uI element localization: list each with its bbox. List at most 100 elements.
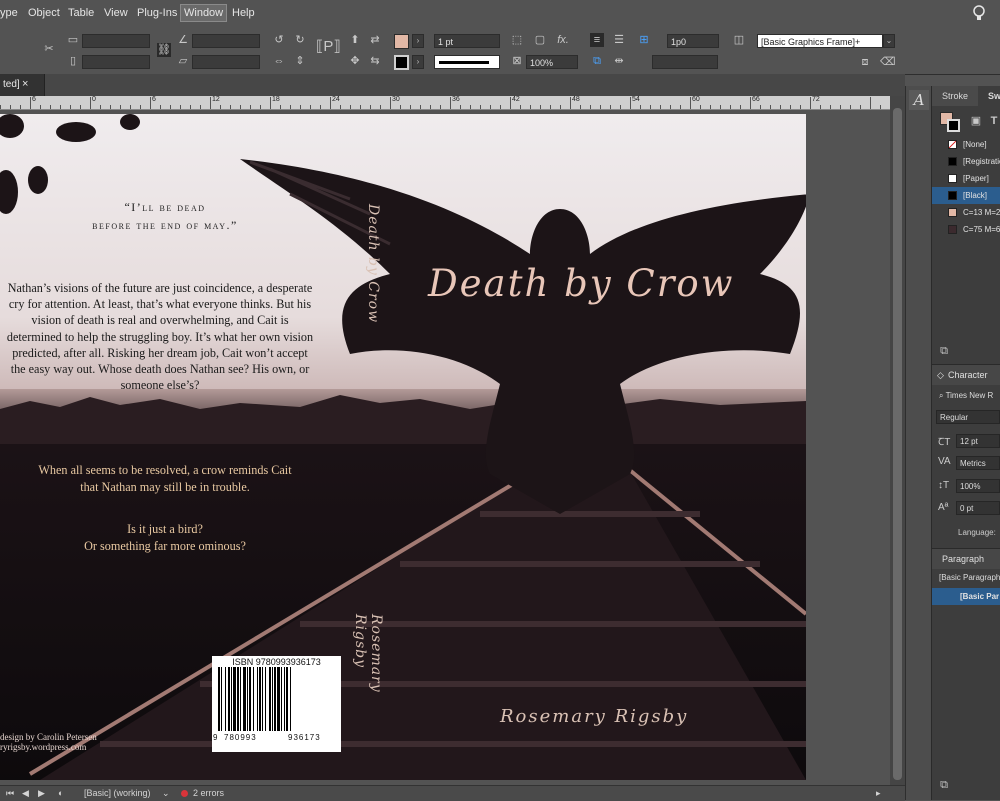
- width-field[interactable]: [82, 34, 150, 48]
- document-tab[interactable]: ted] ×: [0, 74, 45, 96]
- barcode-bar: [277, 667, 280, 731]
- menu-window[interactable]: Window: [179, 4, 228, 22]
- menu-type[interactable]: ype: [0, 7, 18, 19]
- font-style-field[interactable]: Regular: [936, 410, 1000, 424]
- ruler-tick: [110, 105, 111, 109]
- rotation-field[interactable]: [192, 34, 260, 48]
- swatch-row-black[interactable]: [Black]: [932, 187, 1000, 204]
- shear-field[interactable]: [192, 55, 260, 69]
- frame-icon[interactable]: ▢: [533, 33, 547, 47]
- right-panels: Stroke Sw ▣ T [None] [Registratio [Paper…: [931, 86, 1000, 800]
- ruler-tick: [530, 105, 531, 109]
- ruler-tick: [50, 105, 51, 109]
- barcode-bar: [262, 667, 263, 731]
- vertical-scrollbar[interactable]: [890, 96, 905, 785]
- align-icon[interactable]: ⊞: [637, 33, 651, 47]
- ruler-tick: [100, 105, 101, 109]
- ruler-label: 6: [32, 96, 36, 103]
- fill-color-swatch[interactable]: [394, 34, 409, 49]
- chain-link-icon[interactable]: ⛓: [157, 43, 171, 57]
- container-icon[interactable]: ▣: [969, 114, 983, 128]
- opacity-field[interactable]: 100%: [526, 55, 578, 69]
- rotate-cw-icon[interactable]: ↻: [293, 33, 307, 47]
- swatch-options-icon[interactable]: ⧉: [937, 344, 951, 358]
- quick-apply-icon[interactable]: ⧈: [858, 55, 872, 69]
- swatch-row-dark[interactable]: C=75 M=6: [932, 221, 1000, 238]
- book-cover-spread[interactable]: “I’ll be dead before the end of may.” Na…: [0, 114, 806, 780]
- menu-help[interactable]: Help: [232, 7, 255, 19]
- panel-stroke-swatch[interactable]: [947, 119, 960, 132]
- height-field[interactable]: [82, 55, 150, 69]
- swatch-row-registration[interactable]: [Registratio: [932, 153, 1000, 170]
- frame-fitting-icon[interactable]: ⬚: [510, 33, 524, 47]
- menu-view[interactable]: View: [104, 7, 128, 19]
- baseline-shift-icon: Aª: [938, 502, 949, 513]
- swatch-row-peach[interactable]: C=13 M=2: [932, 204, 1000, 221]
- font-size-field[interactable]: 12 pt: [956, 434, 1000, 448]
- reference-point-icon[interactable]: ⟦P⟧: [316, 39, 341, 54]
- clear-overrides-icon[interactable]: ⌫: [880, 55, 896, 69]
- select-next-icon[interactable]: ⇆: [368, 54, 382, 68]
- stroke-type-field[interactable]: [434, 55, 500, 69]
- paragraph-style-current[interactable]: [Basic Paragraph]: [936, 571, 1000, 585]
- auto-fit-icon[interactable]: ⧉: [590, 54, 604, 68]
- select-container-icon[interactable]: ⬆: [348, 33, 362, 47]
- object-style-field[interactable]: [Basic Graphics Frame]+: [757, 34, 883, 48]
- collapse-icon[interactable]: ◇: [937, 365, 944, 385]
- preflight-icon[interactable]: ◐: [58, 788, 63, 798]
- menu-bar: ype Object Table View Plug-Ins Window He…: [0, 0, 1000, 29]
- select-content-icon[interactable]: ⇄: [368, 33, 382, 47]
- close-icon[interactable]: ×: [22, 78, 28, 90]
- lightbulb-icon[interactable]: [972, 5, 986, 23]
- style-status[interactable]: [Basic] (working): [84, 788, 151, 798]
- text-wrap-bbox-icon[interactable]: ☰: [612, 33, 626, 47]
- stroke-color-swatch[interactable]: [394, 55, 409, 70]
- cover-title: Death by Crow: [428, 262, 735, 305]
- select-previous-icon[interactable]: ✥: [348, 54, 362, 68]
- character-panel-title: Character: [948, 370, 988, 380]
- ruler-tick: [450, 97, 451, 109]
- barcode-digits-right: 936173: [288, 733, 321, 742]
- vertical-scale-field[interactable]: 100%: [956, 479, 1000, 493]
- font-family-field[interactable]: ⌕ Times New R: [936, 389, 1000, 403]
- text-formatting-icon[interactable]: T: [987, 114, 1000, 128]
- menu-object[interactable]: Object: [28, 7, 60, 19]
- prev-page-icon[interactable]: ◀: [22, 788, 29, 799]
- offset-field[interactable]: 1p0: [667, 34, 719, 48]
- rotate-ccw-icon[interactable]: ↺: [272, 33, 286, 47]
- tease-line-4: Or something far more ominous?: [84, 539, 246, 553]
- paragraph-panel-header[interactable]: Paragraph: [932, 548, 1000, 569]
- flip-vertical-icon[interactable]: ⇕: [293, 54, 307, 68]
- chevron-down-icon[interactable]: ⌄: [162, 788, 170, 799]
- first-page-icon[interactable]: ⏮: [6, 788, 14, 799]
- effects-icon[interactable]: fx.: [556, 33, 570, 47]
- flip-horizontal-icon[interactable]: ⇔: [272, 54, 286, 68]
- ruler-tick: [200, 105, 201, 109]
- new-style-icon[interactable]: ⧉: [937, 778, 951, 792]
- scroll-thumb[interactable]: [893, 108, 902, 780]
- stroke-dropdown[interactable]: ›: [412, 55, 424, 69]
- swatch-row-paper[interactable]: [Paper]: [932, 170, 1000, 187]
- constrain-link-icon[interactable]: ✂: [42, 42, 56, 56]
- character-styles-icon[interactable]: A: [909, 90, 929, 110]
- menu-plug-ins[interactable]: Plug-Ins: [137, 7, 177, 19]
- object-style-dropdown[interactable]: ⌄: [883, 34, 895, 48]
- baseline-shift-field[interactable]: 0 pt: [956, 501, 1000, 515]
- text-wrap-none-icon[interactable]: ≡: [590, 33, 604, 47]
- kerning-field[interactable]: Metrics: [956, 456, 1000, 470]
- distribute-icon[interactable]: ⇹: [612, 54, 626, 68]
- fill-dropdown[interactable]: ›: [412, 34, 424, 48]
- menu-table[interactable]: Table: [68, 7, 94, 19]
- scroll-right-icon[interactable]: ▸: [876, 788, 881, 799]
- error-status-icon: [181, 790, 188, 797]
- isbn-barcode[interactable]: ISBN 9780993936173 9 780993 936173: [212, 656, 341, 752]
- corner-shape-field[interactable]: [652, 55, 718, 69]
- horizontal-ruler[interactable]: 6 0 6 12 18 24 30 36 42 48 54 60 66 72: [0, 96, 890, 110]
- error-count[interactable]: 2 errors: [193, 788, 224, 798]
- paragraph-style-row-selected[interactable]: [Basic Par: [932, 588, 1000, 605]
- stroke-weight-field[interactable]: 1 pt: [434, 34, 500, 48]
- swatch-row-none[interactable]: [None]: [932, 136, 1000, 153]
- next-page-icon[interactable]: ▶: [38, 788, 45, 799]
- tab-swatches[interactable]: Sw: [978, 86, 1000, 106]
- character-panel-header[interactable]: ◇ Character: [932, 364, 1000, 385]
